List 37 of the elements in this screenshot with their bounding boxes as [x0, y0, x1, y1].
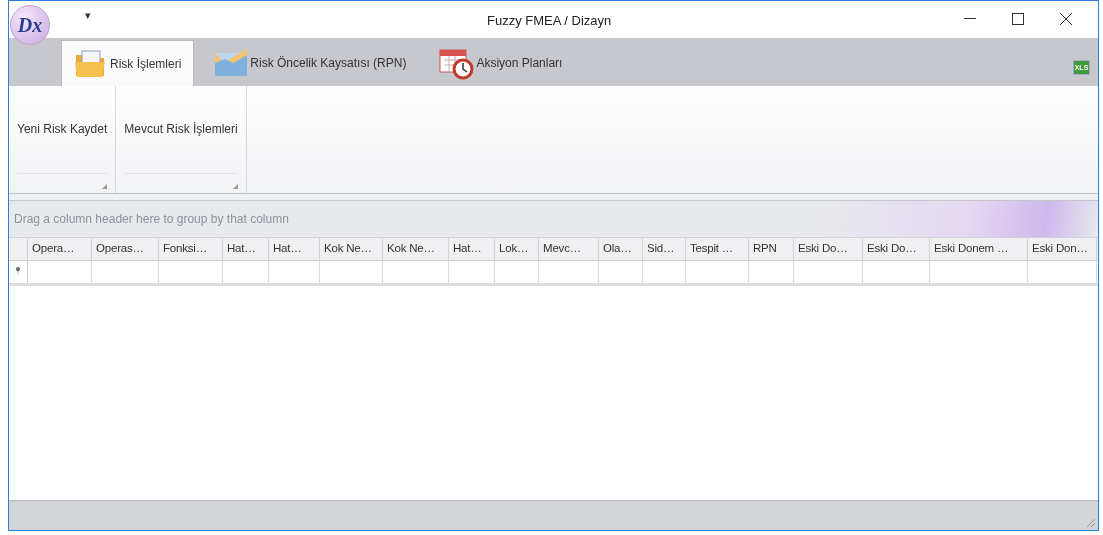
resize-grip-icon[interactable]: [1085, 517, 1095, 527]
ribbon-button[interactable]: Yeni Risk Kaydet: [17, 120, 108, 138]
column-header[interactable]: Kok Ne…: [383, 238, 449, 260]
column-header[interactable]: Eski Don…: [1028, 238, 1097, 260]
column-header[interactable]: Fonksi…: [159, 238, 223, 260]
dialog-launcher-icon[interactable]: [232, 184, 238, 189]
minimize-icon: [964, 18, 976, 20]
column-header[interactable]: Ola…: [599, 238, 643, 260]
new-row-marker: 📍: [13, 266, 23, 278]
close-icon: [1060, 13, 1072, 25]
ribbon-tab[interactable]: Aksiyon Planları: [426, 40, 575, 86]
column-header[interactable]: Opera…: [28, 238, 92, 260]
ribbon-tab[interactable]: Risk Öncelik Kaysatısı (RPN): [202, 40, 419, 86]
column-header[interactable]: Eski Do…: [863, 238, 930, 260]
maximize-icon: [1012, 13, 1024, 25]
column-header[interactable]: Hat…: [269, 238, 320, 260]
ribbon-tab[interactable]: Risk İşlemleri: [61, 40, 195, 86]
column-header[interactable]: Tespit …: [686, 238, 749, 260]
group-panel-hint: Drag a column header here to group by that column: [14, 211, 289, 228]
calendar-clock-icon: [438, 46, 475, 80]
window-title: Fuzzy FMEA / Dizayn: [487, 12, 612, 30]
app-logo[interactable]: Dx: [10, 5, 50, 45]
column-header[interactable]: Operas…: [92, 238, 159, 260]
dialog-launcher-icon[interactable]: [102, 184, 108, 189]
chart-icon: [214, 49, 249, 77]
column-header[interactable]: Sid…: [643, 238, 686, 260]
column-header[interactable]: RPN: [749, 238, 794, 260]
column-header[interactable]: Eski Donem …: [930, 238, 1028, 260]
quick-access-menu[interactable]: ▾: [85, 7, 91, 24]
column-header[interactable]: Mevc…: [539, 238, 599, 260]
column-header[interactable]: Eski Do…: [794, 238, 863, 260]
column-header[interactable]: Hat…: [223, 238, 269, 260]
folder-icon: [74, 48, 108, 79]
ribbon-button[interactable]: Mevcut Risk İşlemleri: [124, 120, 238, 138]
column-header[interactable]: Kok Ne…: [320, 238, 383, 260]
column-header[interactable]: Hat…: [449, 238, 495, 260]
column-header[interactable]: Lok…: [495, 238, 539, 260]
